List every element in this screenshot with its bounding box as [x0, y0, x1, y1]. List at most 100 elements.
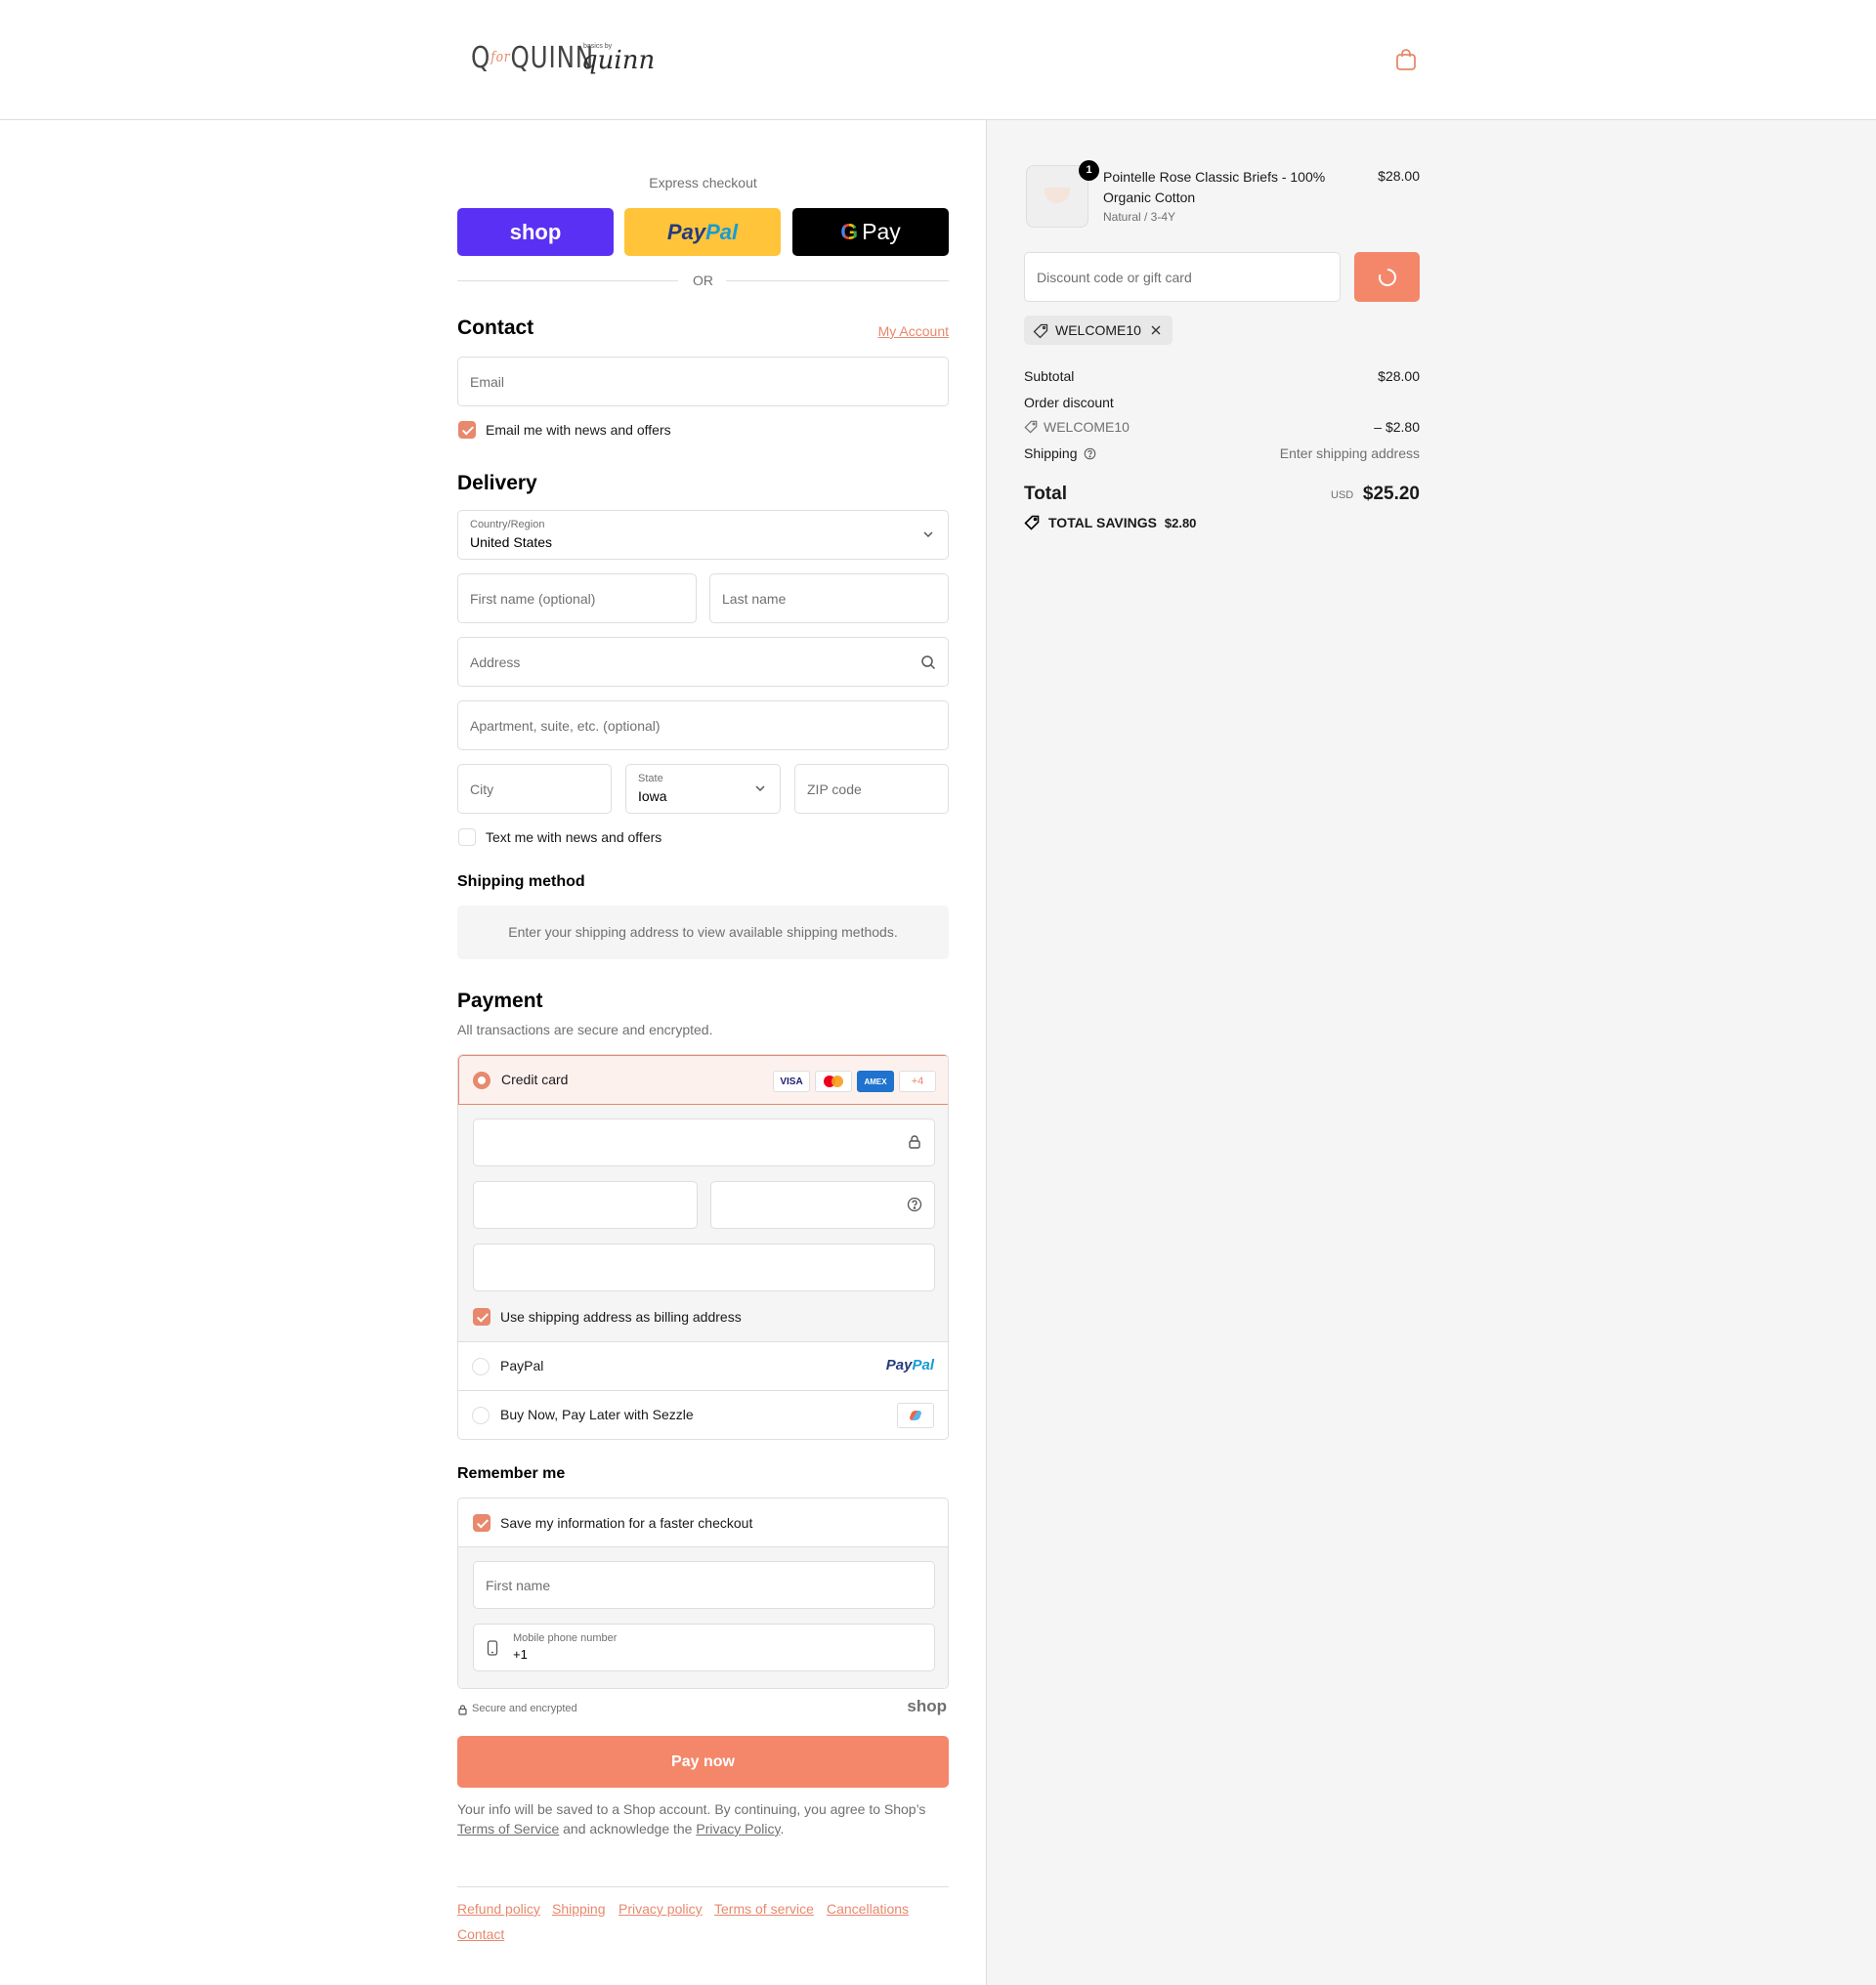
payment-methods: Credit card VISA AMEX +4 Use shipping ad…: [457, 1054, 949, 1440]
email-field[interactable]: Email: [457, 357, 949, 406]
email-placeholder: Email: [470, 374, 505, 390]
delivery-heading: Delivery: [457, 472, 537, 494]
help-circle-icon[interactable]: [1084, 447, 1096, 460]
product-price: $28.00: [1378, 168, 1420, 184]
total-savings-label: TOTAL SAVINGS $2.80: [1048, 515, 1196, 530]
remember-first-name-field[interactable]: First name: [473, 1561, 935, 1609]
shipping-policy-link[interactable]: Shipping: [552, 1901, 606, 1917]
paypal-logo-b: Pal: [912, 1357, 934, 1373]
loading-spinner-icon: [1379, 269, 1396, 286]
shop-pay-button[interactable]: shop: [457, 208, 614, 256]
paypal-logo-a: Pay: [885, 1357, 913, 1373]
security-code-field[interactable]: [710, 1181, 935, 1229]
state-select[interactable]: State Iowa: [625, 764, 781, 814]
newsletter-checkbox[interactable]: [458, 421, 476, 439]
terms-of-service-link[interactable]: Terms of service: [714, 1901, 814, 1917]
close-icon[interactable]: [1150, 324, 1162, 336]
google-pay-button[interactable]: G Pay: [792, 208, 949, 256]
currency-label: USD: [1331, 489, 1354, 501]
paypal-radio[interactable]: [472, 1358, 490, 1375]
remember-me-heading: Remember me: [457, 1465, 566, 1482]
city-field[interactable]: City: [457, 764, 612, 814]
footer-divider: [457, 1886, 949, 1887]
discount-placeholder: Discount code or gift card: [1037, 270, 1192, 285]
sub-brand-logo[interactable]: basics by quinn: [581, 43, 655, 73]
lock-icon: [909, 1135, 920, 1149]
first-name-placeholder: First name (optional): [470, 591, 596, 607]
credit-card-label: Credit card: [501, 1072, 569, 1087]
name-on-card-field[interactable]: [473, 1244, 935, 1291]
card-details-panel: Use shipping address as billing address: [458, 1105, 948, 1341]
remember-first-name-placeholder: First name: [486, 1578, 551, 1593]
credit-card-option[interactable]: Credit card VISA AMEX +4: [458, 1055, 948, 1105]
contact-link[interactable]: Contact: [457, 1926, 504, 1942]
state-value: Iowa: [638, 788, 667, 804]
billing-address-checkbox[interactable]: [473, 1308, 490, 1326]
more-cards-label: +4: [911, 1076, 924, 1087]
legal-middle: and acknowledge the: [563, 1821, 693, 1837]
billing-address-label: Use shipping address as billing address: [500, 1309, 742, 1325]
sezzle-option[interactable]: Buy Now, Pay Later with Sezzle: [458, 1390, 948, 1439]
apartment-field[interactable]: Apartment, suite, etc. (optional): [457, 700, 949, 750]
brand-logo[interactable]: QforQUINN: [471, 41, 594, 75]
sms-checkbox[interactable]: [458, 828, 476, 846]
paypal-express-button[interactable]: Pay Pal: [624, 208, 781, 256]
or-divider-label: OR: [693, 273, 713, 288]
phone-label: Mobile phone number: [513, 1632, 618, 1644]
last-name-field[interactable]: Last name: [709, 573, 949, 623]
shop-privacy-link[interactable]: Privacy Policy: [696, 1821, 780, 1837]
card-number-field[interactable]: [473, 1119, 935, 1166]
credit-card-radio[interactable]: [473, 1072, 490, 1089]
shopping-bag-icon[interactable]: [1395, 48, 1417, 71]
privacy-policy-link[interactable]: Privacy policy: [618, 1901, 703, 1917]
zip-field[interactable]: ZIP code: [794, 764, 949, 814]
brand-letter: Q: [471, 41, 491, 75]
mobile-phone-field[interactable]: Mobile phone number +1: [473, 1624, 935, 1671]
discount-code-input[interactable]: Discount code or gift card: [1024, 252, 1341, 302]
sezzle-radio[interactable]: [472, 1407, 490, 1424]
help-circle-icon[interactable]: [907, 1197, 922, 1212]
first-name-field[interactable]: First name (optional): [457, 573, 697, 623]
contact-heading: Contact: [457, 317, 534, 339]
shop-pay-label: shop: [509, 219, 562, 244]
save-info-checkbox[interactable]: [473, 1514, 490, 1532]
discount-value: – $2.80: [1374, 419, 1420, 435]
country-select[interactable]: Country/Region United States: [457, 510, 949, 560]
mastercard-circles-icon: [824, 1076, 843, 1087]
apply-discount-button[interactable]: [1354, 252, 1420, 302]
quantity-badge: 1: [1079, 160, 1099, 181]
paypal-label: PayPal: [500, 1358, 544, 1373]
search-icon: [921, 655, 936, 670]
last-name-placeholder: Last name: [722, 591, 787, 607]
mastercard-icon: [815, 1071, 852, 1092]
chevron-down-icon: [755, 785, 765, 792]
payment-heading: Payment: [457, 990, 543, 1012]
paypal-option[interactable]: PayPal PayPal: [458, 1341, 948, 1391]
shipping-method-message: Enter your shipping address to view avai…: [457, 906, 949, 959]
total-value: $25.20: [1362, 484, 1420, 504]
paypal-logo-a: Pay: [666, 219, 706, 244]
subtotal-label: Subtotal: [1024, 368, 1075, 384]
tag-icon: [1024, 420, 1038, 434]
expiration-date-field[interactable]: [473, 1181, 698, 1229]
sezzle-swirl-icon: [910, 1411, 921, 1420]
city-placeholder: City: [470, 781, 494, 797]
discount-code-label: WELCOME10: [1044, 419, 1130, 435]
pay-now-button[interactable]: Pay now: [457, 1736, 949, 1788]
shop-terms-link[interactable]: Terms of Service: [457, 1821, 559, 1837]
sms-label: Text me with news and offers: [486, 829, 662, 845]
refund-policy-link[interactable]: Refund policy: [457, 1901, 540, 1917]
savings-value: $2.80: [1164, 516, 1197, 530]
shipping-value: Enter shipping address: [1279, 445, 1420, 461]
address-field[interactable]: Address: [457, 637, 949, 687]
cancellations-link[interactable]: Cancellations: [827, 1901, 909, 1917]
legal-line: Your info will be saved to a Shop accoun…: [457, 1801, 926, 1817]
my-account-link[interactable]: My Account: [878, 323, 949, 339]
phone-icon: [487, 1640, 498, 1656]
amex-icon: AMEX: [857, 1071, 894, 1092]
savings-label: TOTAL SAVINGS: [1048, 515, 1157, 530]
paypal-logo-b: Pal: [705, 219, 739, 244]
sezzle-logo-icon: [897, 1403, 934, 1428]
sezzle-label: Buy Now, Pay Later with Sezzle: [500, 1407, 694, 1422]
legal-end: .: [780, 1821, 785, 1837]
